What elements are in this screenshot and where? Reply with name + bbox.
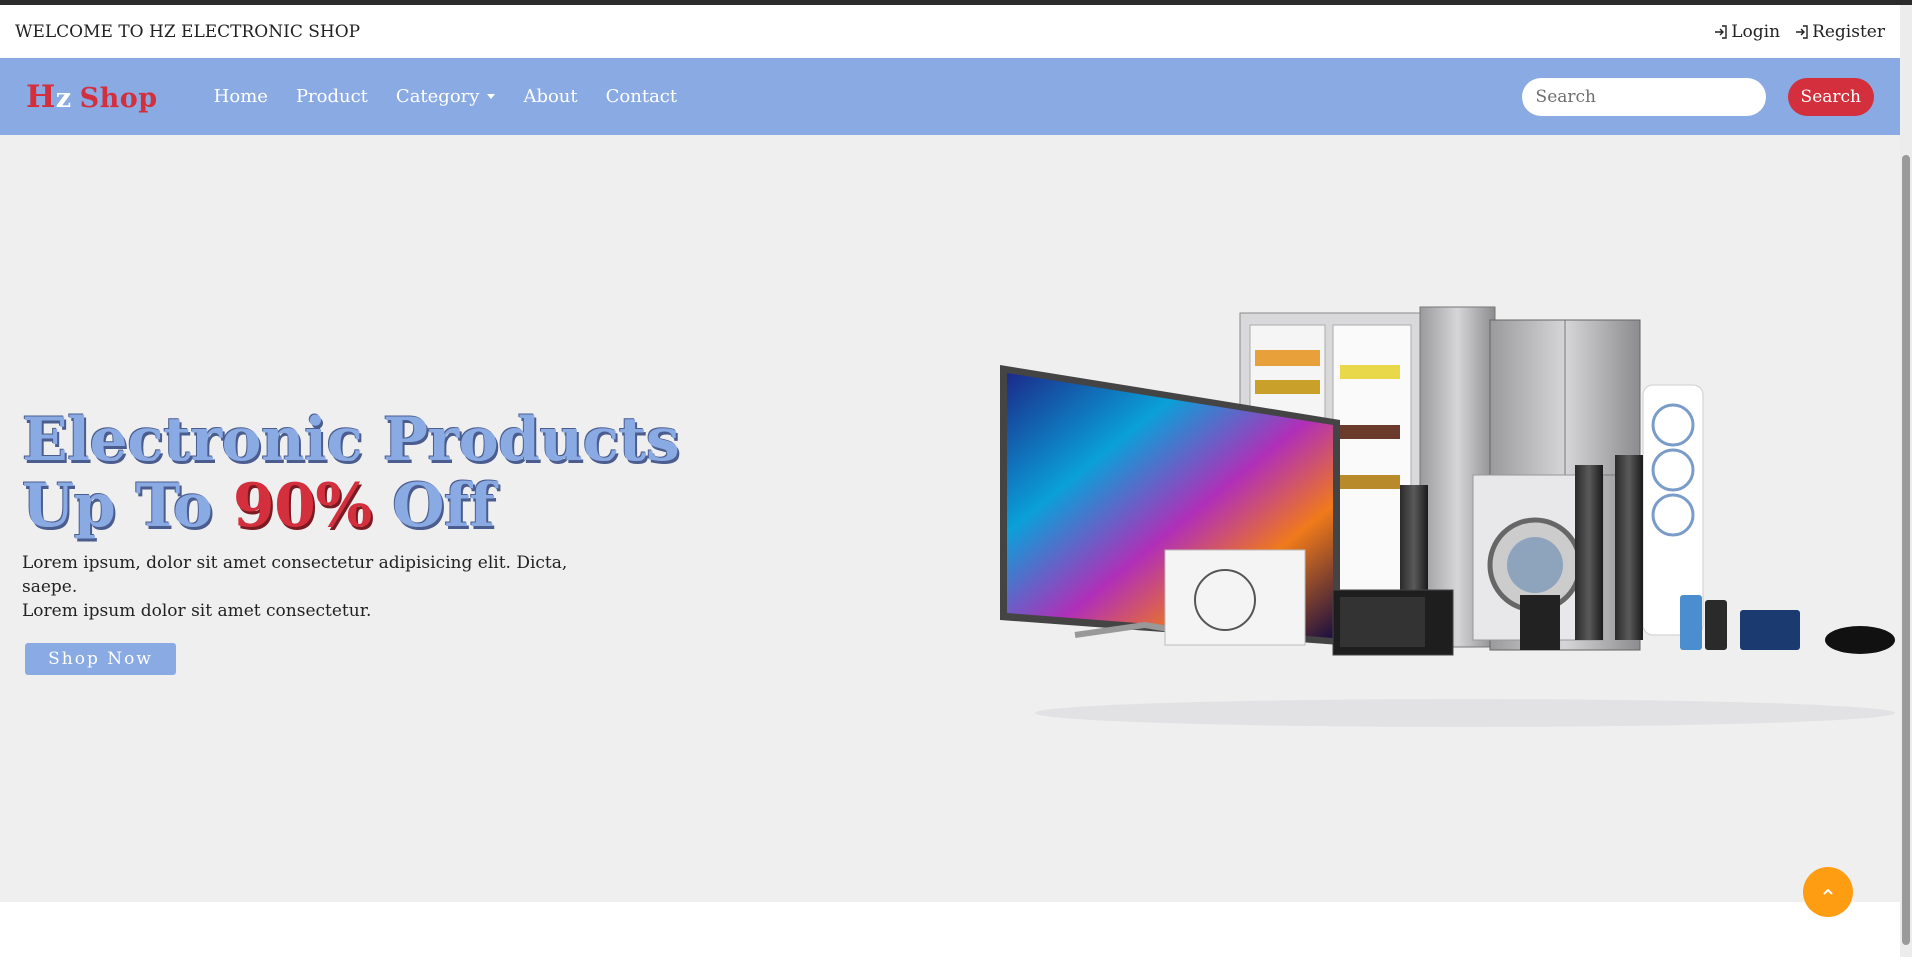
hero-banner: Electronic Products Up To 90% Off Lorem … (0, 135, 1900, 902)
nav-contact[interactable]: Contact (606, 86, 677, 107)
scrollbar-thumb[interactable] (1902, 155, 1910, 945)
register-label: Register (1812, 21, 1885, 42)
auth-links: Login Register (1713, 22, 1885, 42)
hero-headline: Electronic Products Up To 90% Off (22, 407, 742, 539)
welcome-text: WELCOME TO HZ ELECTRONIC SHOP (15, 21, 361, 42)
search-form: Search (1521, 77, 1874, 116)
page: WELCOME TO HZ ELECTRONIC SHOP Login Regi… (0, 0, 1912, 957)
page-scrollbar[interactable] (1900, 5, 1912, 957)
scroll-to-top-button[interactable] (1803, 867, 1853, 917)
hero-text: Electronic Products Up To 90% Off Lorem … (22, 407, 742, 675)
desc-line1: Lorem ipsum, dolor sit amet consectetur … (22, 553, 568, 597)
logo-shop: Shop (79, 82, 158, 114)
nav-category-dropdown[interactable]: Category (396, 86, 496, 107)
chevron-up-icon (1823, 888, 1833, 895)
desc-line2: Lorem ipsum dolor sit amet consectetur. (22, 601, 372, 621)
register-link[interactable]: Register (1794, 22, 1885, 42)
logo-letter-z: z (55, 82, 72, 114)
shop-now-button[interactable]: Shop Now (25, 643, 176, 675)
discount-percent: 90% (232, 471, 373, 541)
nav-home[interactable]: Home (214, 86, 268, 107)
nav-menu: Home Product Category About Contact (214, 86, 677, 107)
logo-letter-h: H (26, 78, 56, 115)
headline-prefix: Up To (22, 471, 233, 541)
search-input[interactable] (1521, 77, 1766, 116)
brand-logo[interactable]: H z Shop (26, 79, 158, 115)
top-bar: WELCOME TO HZ ELECTRONIC SHOP Login Regi… (0, 5, 1900, 58)
login-link[interactable]: Login (1713, 22, 1780, 42)
search-button[interactable]: Search (1787, 77, 1874, 116)
sign-in-icon (1796, 24, 1808, 39)
login-label: Login (1731, 21, 1781, 42)
nav-about[interactable]: About (523, 86, 577, 107)
appliances-image (1000, 306, 1895, 727)
sign-in-icon (1715, 24, 1727, 39)
caret-down-icon (487, 94, 496, 99)
hero-description: Lorem ipsum, dolor sit amet consectetur … (22, 551, 602, 623)
headline-suffix: Off (371, 471, 495, 541)
nav-category-label: Category (395, 86, 480, 107)
nav-product[interactable]: Product (296, 86, 368, 107)
main-navbar: H z Shop Home Product Category About Con… (0, 58, 1900, 135)
headline-line1: Electronic Products (22, 405, 680, 475)
